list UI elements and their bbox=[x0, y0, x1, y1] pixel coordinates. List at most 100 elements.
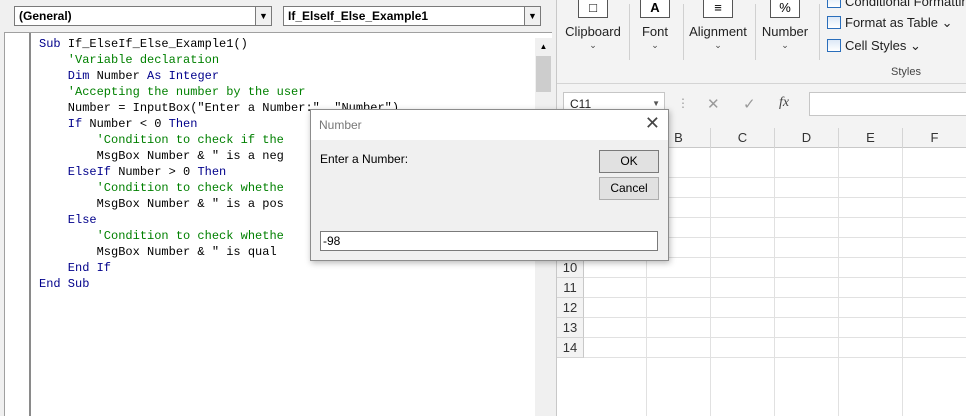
scroll-up-icon[interactable]: ▲ bbox=[535, 38, 552, 55]
ribbon-separator bbox=[755, 4, 756, 60]
row-header[interactable]: 11 bbox=[557, 278, 584, 298]
grid-line bbox=[902, 148, 903, 416]
code-token: ElseIf bbox=[39, 165, 119, 179]
row-header[interactable]: 10 bbox=[557, 258, 584, 278]
clipboard-icon: □ bbox=[578, 0, 608, 18]
chevron-down-icon[interactable]: ▼ bbox=[524, 7, 540, 25]
column-header[interactable]: E bbox=[839, 128, 903, 148]
code-line[interactable]: Dim Number As Integer bbox=[39, 68, 399, 84]
code-token: 'Variable declaration bbox=[39, 53, 220, 67]
format-as-table-icon bbox=[827, 16, 841, 29]
column-header[interactable]: F bbox=[903, 128, 966, 148]
font-group[interactable]: A Font ⌄ bbox=[631, 0, 679, 62]
row-header[interactable]: 12 bbox=[557, 298, 584, 318]
cell-styles-label: Cell Styles bbox=[845, 38, 907, 53]
ribbon-separator bbox=[819, 4, 820, 60]
more-dots-icon: ⋮ bbox=[677, 96, 689, 110]
number-group[interactable]: % Number ⌄ bbox=[757, 0, 813, 62]
alignment-label: Alignment bbox=[689, 24, 747, 39]
ribbon-separator bbox=[683, 4, 684, 60]
font-label: Font bbox=[641, 24, 668, 39]
chevron-down-icon: ⌄ bbox=[714, 40, 722, 50]
cancel-x-icon[interactable]: ✕ bbox=[707, 95, 720, 113]
code-token: Else bbox=[39, 213, 97, 227]
dialog-title: Number bbox=[319, 118, 362, 132]
inputbox-dialog: Number ✕ Enter a Number: OK Cancel bbox=[310, 109, 669, 261]
code-token: 'Condition to check if the bbox=[39, 133, 284, 147]
chevron-down-icon: ⌄ bbox=[906, 38, 921, 53]
alignment-group[interactable]: ≡ Alignment ⌄ bbox=[685, 0, 751, 62]
cell-styles-icon bbox=[827, 39, 841, 52]
object-combo[interactable]: (General) ▼ bbox=[14, 6, 272, 26]
code-token: MsgBox Number & " is a neg bbox=[39, 149, 284, 163]
percent-icon: % bbox=[770, 0, 800, 18]
code-line[interactable]: End Sub bbox=[39, 276, 399, 292]
grid-line bbox=[584, 277, 966, 278]
alignment-icon: ≡ bbox=[703, 0, 733, 18]
code-token: Number bbox=[96, 69, 148, 83]
close-icon[interactable]: ✕ bbox=[645, 113, 660, 134]
conditional-formatting-label: Conditional Formatting bbox=[845, 0, 966, 9]
grid-line bbox=[838, 148, 839, 416]
procedure-combo[interactable]: If_ElseIf_Else_Example1 ▼ bbox=[283, 6, 541, 26]
ribbon: □ Clipboard ⌄ A Font ⌄ ≡ Alignment ⌄ % N… bbox=[557, 0, 966, 84]
grid-line bbox=[584, 317, 966, 318]
dialog-prompt: Enter a Number: bbox=[320, 152, 409, 166]
grid-line bbox=[584, 297, 966, 298]
code-token: End If bbox=[39, 261, 112, 275]
grid-line bbox=[710, 148, 711, 416]
grid-line bbox=[584, 357, 966, 358]
code-token: If_ElseIf_Else_Example1() bbox=[67, 37, 248, 51]
code-margin bbox=[5, 33, 31, 416]
code-line[interactable]: Sub If_ElseIf_Else_Example1() bbox=[39, 36, 399, 52]
code-token: MsgBox Number & " is qual bbox=[39, 245, 277, 259]
code-token: Number > 0 bbox=[118, 165, 198, 179]
function-icon[interactable]: fx bbox=[779, 95, 789, 111]
chevron-down-icon: ⌄ bbox=[937, 15, 953, 30]
number-input[interactable] bbox=[320, 231, 658, 251]
code-token: Then bbox=[197, 165, 227, 179]
row-header[interactable]: 14 bbox=[557, 338, 584, 358]
code-line[interactable]: End If bbox=[39, 260, 399, 276]
chevron-down-icon[interactable]: ▼ bbox=[255, 7, 271, 25]
chevron-down-icon: ⌄ bbox=[589, 40, 597, 50]
code-token: 'Accepting the number by the user bbox=[39, 85, 306, 99]
column-header[interactable]: C bbox=[711, 128, 775, 148]
grid-line bbox=[584, 337, 966, 338]
grid-line bbox=[774, 148, 775, 416]
column-header[interactable]: D bbox=[775, 128, 839, 148]
chevron-down-icon: ⌄ bbox=[781, 40, 789, 50]
font-icon: A bbox=[640, 0, 670, 18]
dialog-titlebar[interactable]: Number ✕ bbox=[311, 110, 668, 140]
scrollbar-thumb[interactable] bbox=[536, 56, 551, 92]
cancel-button[interactable]: Cancel bbox=[599, 177, 659, 200]
checkmark-icon[interactable]: ✓ bbox=[743, 95, 756, 113]
styles-group-label: Styles bbox=[891, 66, 921, 78]
cell-styles-button[interactable]: Cell Styles ⌄ bbox=[827, 38, 921, 54]
ok-button[interactable]: OK bbox=[599, 150, 659, 173]
ribbon-separator bbox=[629, 4, 630, 60]
code-token: As Integer bbox=[147, 69, 220, 83]
clipboard-label: Clipboard bbox=[565, 24, 621, 39]
code-token: Number < 0 bbox=[89, 117, 169, 131]
code-token: Dim bbox=[39, 69, 97, 83]
code-line[interactable]: 'Accepting the number by the user bbox=[39, 84, 399, 100]
formula-input[interactable] bbox=[809, 92, 966, 116]
code-line[interactable]: 'Variable declaration bbox=[39, 52, 399, 68]
code-token: MsgBox Number & " is a pos bbox=[39, 197, 284, 211]
code-token: End Sub bbox=[39, 277, 90, 291]
format-as-table-label: Format as Table bbox=[845, 15, 938, 30]
code-token: 'Condition to check whethe bbox=[39, 181, 284, 195]
conditional-formatting-icon bbox=[827, 0, 841, 8]
row-header[interactable]: 13 bbox=[557, 318, 584, 338]
number-label: Number bbox=[761, 24, 809, 39]
code-token: Sub bbox=[39, 37, 68, 51]
code-token: Then bbox=[168, 117, 198, 131]
code-token: If bbox=[39, 117, 90, 131]
clipboard-group[interactable]: □ Clipboard ⌄ bbox=[561, 0, 625, 62]
procedure-combo-value: If_ElseIf_Else_Example1 bbox=[288, 9, 429, 23]
conditional-formatting-button[interactable]: Conditional Formatting bbox=[827, 0, 966, 9]
format-as-table-button[interactable]: Format as Table ⌄ bbox=[827, 15, 952, 31]
chevron-down-icon: ⌄ bbox=[651, 40, 659, 50]
code-token: 'Condition to check whethe bbox=[39, 229, 284, 243]
